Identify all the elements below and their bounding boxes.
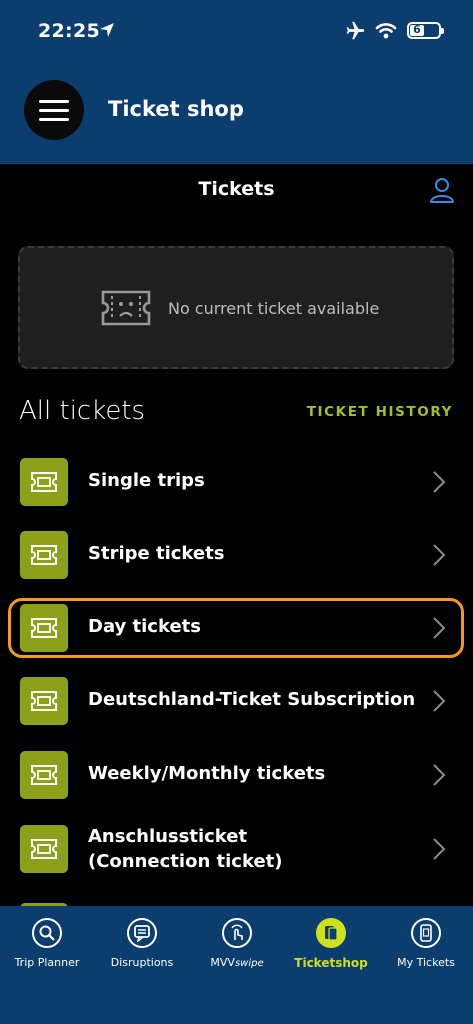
ticket-category-weekly-monthly[interactable]: Weekly/Monthly tickets — [0, 738, 473, 812]
list-item-label: Stripe tickets — [88, 543, 225, 564]
disruptions-icon — [127, 918, 157, 948]
nav-label: MVVswipe — [210, 956, 264, 969]
ticket-icon — [20, 531, 68, 579]
nav-label-suffix: swipe — [234, 958, 264, 969]
ticket-history-link[interactable]: TICKET HISTORY — [307, 404, 453, 420]
sad-ticket-icon — [101, 290, 151, 326]
list-item-label: Anschlussticket (Connection ticket) — [88, 826, 283, 872]
wifi-icon — [375, 23, 397, 39]
list-item-label: Deutschland-Ticket Subscription — [88, 689, 416, 710]
ticket-category-deutschland-ticket[interactable]: Deutschland-Ticket Subscription — [0, 664, 473, 738]
nav-label: Trip Planner — [14, 956, 80, 969]
ticket-category-stripe-tickets[interactable]: Stripe tickets — [0, 518, 473, 592]
nav-mvv-swipe[interactable]: MVVswipe — [190, 918, 284, 969]
nav-label: My Tickets — [397, 956, 455, 969]
ticket-icon — [20, 825, 68, 873]
ticket-category-day-tickets[interactable]: Day tickets — [0, 591, 473, 665]
user-profile-icon[interactable] — [428, 176, 456, 204]
ticket-icon — [20, 677, 68, 725]
my-tickets-icon — [411, 918, 441, 948]
no-ticket-message: No current ticket available — [168, 299, 380, 318]
bottom-navigation: Trip Planner Disruptions MVVswipe Ticket… — [0, 906, 473, 1024]
list-item-label: Single trips — [88, 470, 205, 491]
list-item-label: Weekly/Monthly tickets — [88, 763, 326, 784]
page-title: Ticket shop — [108, 97, 244, 121]
chevron-right-icon — [433, 764, 446, 786]
swipe-icon — [222, 918, 252, 948]
ticket-icon — [20, 604, 68, 652]
chevron-right-icon — [433, 471, 446, 493]
nav-my-tickets[interactable]: My Tickets — [379, 918, 473, 969]
chevron-right-icon — [433, 838, 446, 860]
top-header: 22:25 6 Ticket shop — [0, 0, 473, 164]
search-icon — [32, 918, 62, 948]
ticket-category-single-trips[interactable]: Single trips — [0, 445, 473, 519]
all-tickets-heading: All tickets — [19, 396, 146, 426]
status-bar: 22:25 6 — [0, 0, 473, 62]
list-item-label: Day tickets — [88, 616, 201, 637]
chevron-right-icon — [433, 690, 446, 712]
airplane-icon — [346, 21, 365, 40]
current-ticket-placeholder: No current ticket available — [18, 246, 454, 369]
hamburger-icon — [39, 100, 69, 103]
status-time: 22:25 — [38, 20, 100, 42]
chevron-right-icon — [433, 617, 446, 639]
section-title-tickets: Tickets — [198, 178, 275, 200]
battery-level: 6 — [413, 23, 421, 36]
nav-trip-planner[interactable]: Trip Planner — [0, 918, 94, 969]
ticketshop-icon — [316, 918, 346, 948]
nav-ticketshop[interactable]: Ticketshop — [284, 918, 378, 970]
ticket-icon — [20, 458, 68, 506]
location-arrow-icon — [100, 23, 114, 37]
ticket-category-connection-ticket[interactable]: Anschlussticket (Connection ticket) — [0, 812, 473, 886]
nav-label: Ticketshop — [294, 956, 368, 970]
nav-disruptions[interactable]: Disruptions — [95, 918, 189, 969]
nav-label: Disruptions — [110, 956, 174, 969]
ticket-icon — [20, 751, 68, 799]
battery-icon: 6 — [407, 22, 444, 39]
chevron-right-icon — [433, 544, 446, 566]
menu-button[interactable] — [24, 80, 84, 140]
